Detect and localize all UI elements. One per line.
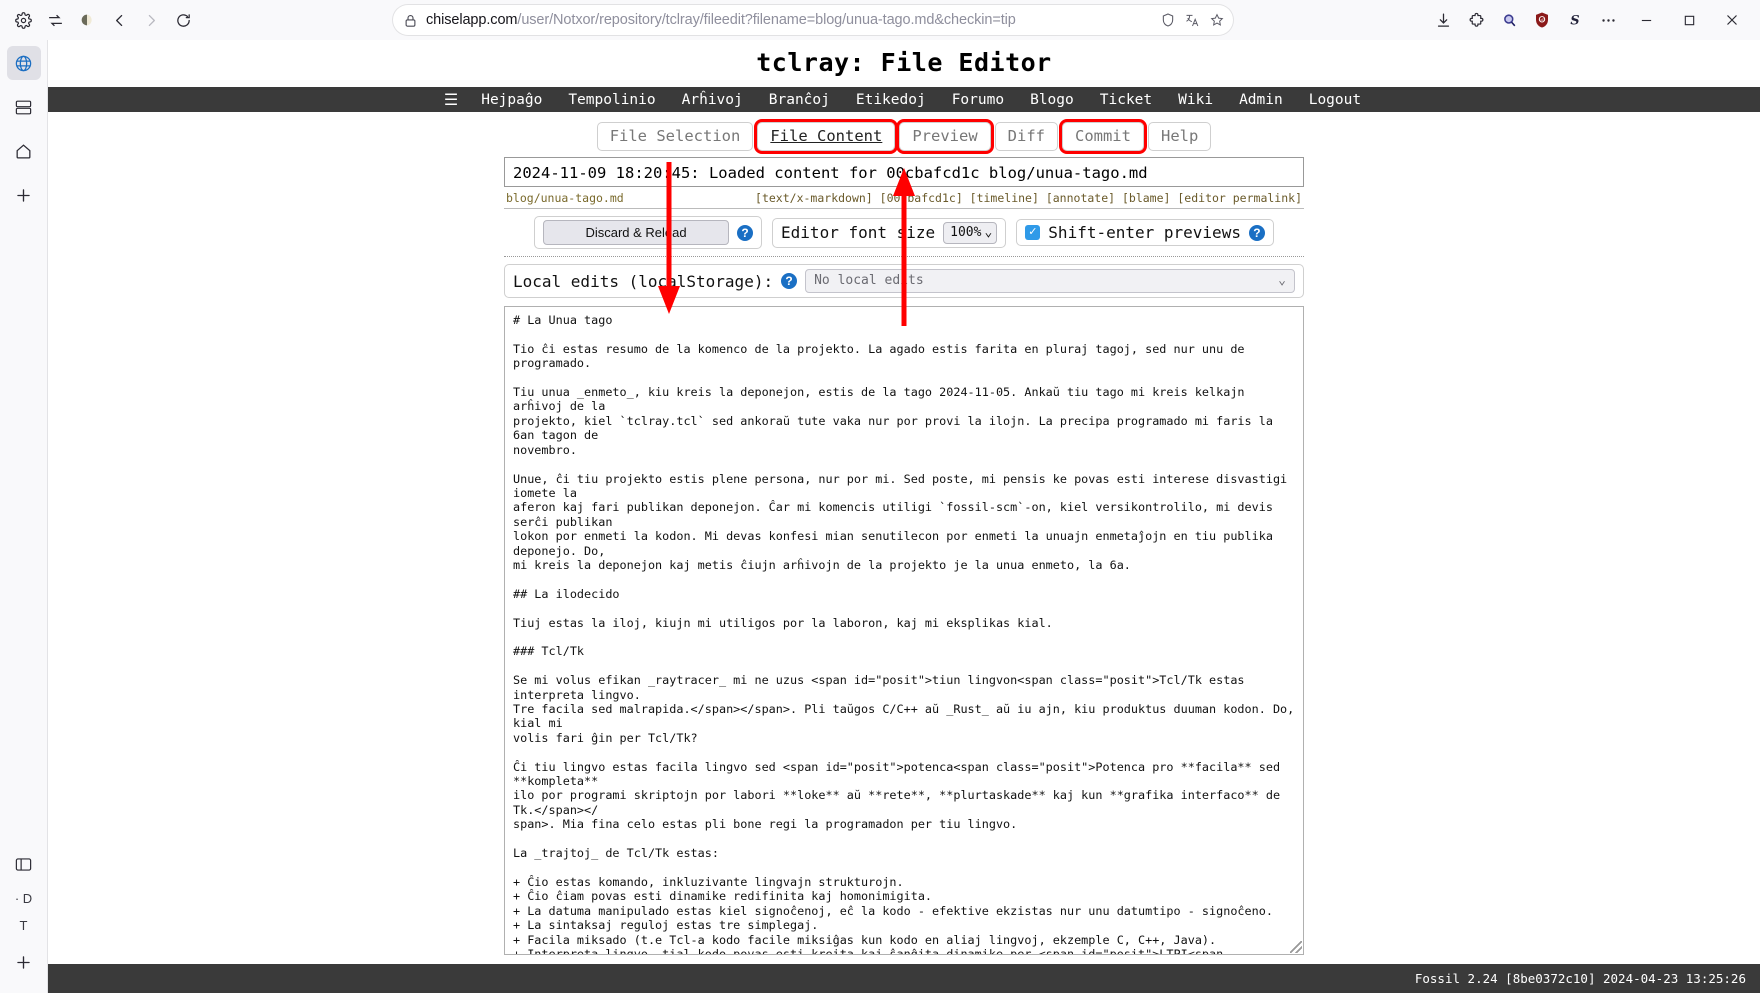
font-size-value: 100% (950, 224, 982, 240)
tab-commit[interactable]: Commit (1058, 119, 1147, 155)
tab-file-selection[interactable]: File Selection (596, 122, 754, 152)
tab-preview[interactable]: Preview (896, 119, 994, 155)
url-path: /user/Notxor/repository/tclray/fileedit?… (517, 12, 1016, 28)
font-size-select[interactable]: 100% ⌄ (943, 221, 998, 244)
font-size-group: Editor font size 100% ⌄ (772, 217, 1007, 248)
nav-item-admin[interactable]: Admin (1226, 92, 1296, 108)
url-text: chiselapp.com/user/Notxor/repository/tcl… (426, 12, 1152, 28)
workspace-t-label[interactable]: T (20, 918, 28, 933)
maximize-icon[interactable] (1669, 5, 1709, 35)
file-meta-links[interactable]: [text/x-markdown] [00cbafcd1c] [timeline… (755, 191, 1302, 205)
fileedit-content: File Selection File Content Preview Diff… (48, 112, 1760, 964)
nav-item-branches[interactable]: Branĉoj (756, 92, 843, 108)
nav-item-logout[interactable]: Logout (1296, 92, 1374, 108)
tab-help[interactable]: Help (1147, 122, 1212, 152)
tab-file-content[interactable]: File Content (754, 119, 899, 155)
fileedit-tabs: File Selection File Content Preview Diff… (595, 119, 1214, 155)
resize-handle-icon[interactable] (1290, 941, 1302, 953)
panel-toggle-icon[interactable] (7, 847, 41, 881)
lock-icon[interactable] (403, 13, 418, 28)
nav-item-ticket[interactable]: Ticket (1087, 92, 1165, 108)
local-edits-value: No local edits (814, 273, 924, 289)
site-navbar: ☰ Hejpaĝo Tempolinio Arĥivoj Branĉoj Eti… (48, 87, 1760, 113)
nav-item-home[interactable]: Hejpaĝo (468, 92, 555, 108)
chevron-down-icon-local: ⌄ (1278, 273, 1286, 289)
web-page: tclray: File Editor ☰ Hejpaĝo Tempolinio… (48, 40, 1760, 993)
add-workspace-icon[interactable] (7, 945, 41, 979)
discard-and-reload-button[interactable]: Discard & Reload (543, 220, 730, 246)
ublock-origin-icon[interactable]: uO (1527, 5, 1557, 35)
reload-icon[interactable] (168, 5, 198, 35)
shift-enter-checkbox[interactable]: ✓ (1025, 225, 1041, 241)
local-edits-label: Local edits (localStorage): (513, 271, 774, 291)
local-edits-row: Local edits (localStorage): ? No local e… (504, 264, 1304, 299)
profile-icon[interactable] (72, 5, 102, 35)
star-icon[interactable] (1209, 12, 1225, 28)
shield-icon[interactable] (1160, 12, 1176, 28)
tab-stack-icon[interactable] (7, 90, 41, 124)
add-tab-icon[interactable] (7, 178, 41, 212)
back-arrow-icon[interactable] (104, 5, 134, 35)
home-icon[interactable] (7, 134, 41, 168)
svg-text:uO: uO (1540, 18, 1545, 22)
browser-window: chiselapp.com/user/Notxor/repository/tcl… (0, 0, 1760, 993)
font-size-label: Editor font size (781, 223, 936, 243)
browser-body: · D T tclray: File Editor ☰ Hejpaĝo Temp… (0, 40, 1760, 993)
tab-diff[interactable]: Diff (994, 122, 1058, 152)
editor-toolbar: Discard & Reload ? Editor font size 100%… (504, 208, 1304, 258)
urlbar-container: chiselapp.com/user/Notxor/repository/tcl… (200, 5, 1426, 35)
browser-toolbar: chiselapp.com/user/Notxor/repository/tcl… (0, 0, 1760, 40)
globe-icon[interactable] (6, 46, 41, 80)
local-edits-select[interactable]: No local edits ⌄ (805, 269, 1295, 294)
translate-icon[interactable] (1184, 12, 1201, 28)
forward-arrow-icon[interactable] (136, 5, 166, 35)
close-icon[interactable] (1712, 5, 1752, 35)
nav-item-tags[interactable]: Etikedoj (843, 92, 939, 108)
minimize-icon[interactable] (1626, 5, 1666, 35)
help-icon-shift-enter[interactable]: ? (1248, 224, 1265, 241)
nav-item-wiki[interactable]: Wiki (1165, 92, 1226, 108)
nav-item-files[interactable]: Arĥivoj (669, 92, 756, 108)
download-icon[interactable] (1428, 5, 1458, 35)
address-bar[interactable]: chiselapp.com/user/Notxor/repository/tcl… (393, 5, 1233, 35)
chevron-down-icon: ⌄ (984, 224, 993, 240)
more-options-icon[interactable] (1593, 5, 1623, 35)
sync-icon[interactable] (40, 5, 70, 35)
file-content-textarea[interactable]: # La Unua tago Tio ĉi estas resumo de la… (504, 306, 1304, 955)
sidebar-menu-icon[interactable]: ☰ (434, 90, 468, 109)
url-host: chiselapp.com (426, 12, 518, 28)
help-icon-local-edits[interactable]: ? (781, 273, 798, 290)
page-title: tclray: File Editor (756, 48, 1052, 77)
extensions-icon[interactable] (1461, 5, 1491, 35)
gear-icon[interactable] (8, 5, 38, 35)
file-meta-line: blog/unua-tago.md [text/x-markdown] [00c… (504, 187, 1304, 208)
search-icon[interactable] (1494, 5, 1524, 35)
workspace-d-label[interactable]: · D (15, 891, 32, 906)
nav-item-forum[interactable]: Forumo (939, 92, 1017, 108)
shift-enter-label: Shift-enter previews (1048, 223, 1241, 243)
discard-group: Discard & Reload ? (534, 216, 763, 250)
help-icon-discard[interactable]: ? (737, 224, 754, 241)
nav-item-blog[interactable]: Blogo (1017, 92, 1087, 108)
shift-enter-group[interactable]: ✓ Shift-enter previews ? (1016, 219, 1274, 247)
file-path-label[interactable]: blog/unua-tago.md (506, 191, 624, 205)
site-footer: Fossil 2.24 [8be0372c10] 2024-04-23 13:2… (48, 964, 1760, 993)
svg-text:S: S (1570, 14, 1579, 29)
stylus-icon[interactable]: S (1560, 5, 1590, 35)
vertical-sidebar: · D T (0, 40, 48, 993)
nav-item-timeline[interactable]: Tempolinio (555, 92, 668, 108)
status-message: 2024-11-09 18:20:45: Loaded content for … (504, 157, 1304, 188)
toolbar-right-icons: uO S (1428, 5, 1752, 35)
